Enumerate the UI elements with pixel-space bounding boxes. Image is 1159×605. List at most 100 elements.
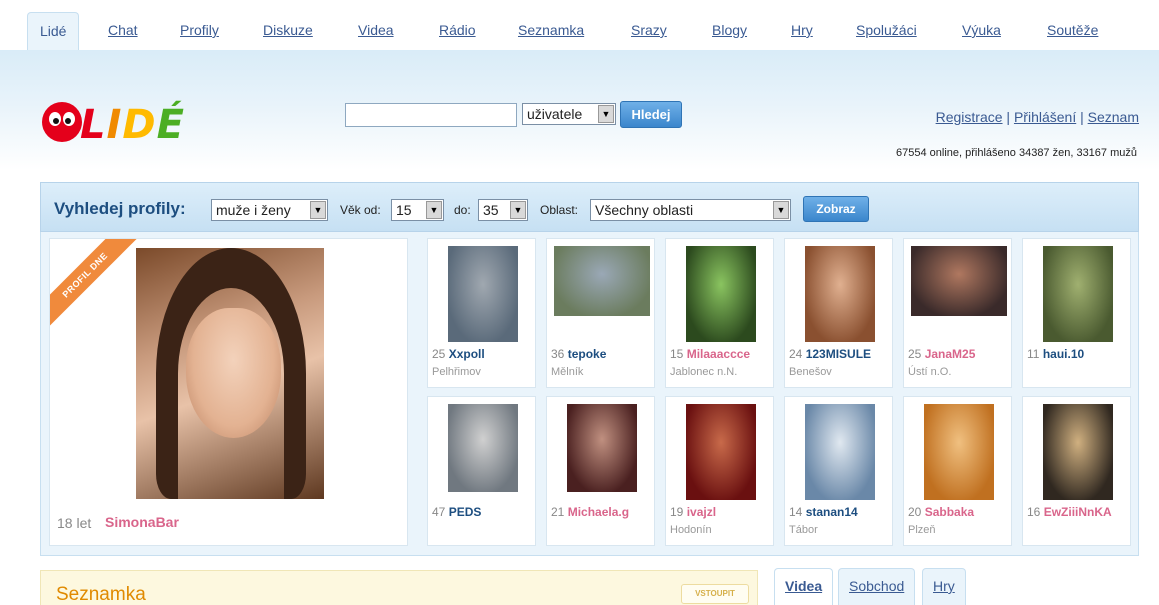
profile-card[interactable]: 14 stanan14 Tábor bbox=[784, 396, 893, 546]
profile-card[interactable]: 47 PEDS bbox=[427, 396, 536, 546]
profile-name-line: 15 Milaaaccce bbox=[670, 347, 773, 361]
profile-card[interactable]: 25 Xxpoll Pelhřimov bbox=[427, 238, 536, 388]
age-from-select[interactable]: 15 ▼ bbox=[391, 199, 444, 221]
tab-diskuze[interactable]: Diskuze bbox=[263, 22, 313, 38]
profile-name[interactable]: haui.10 bbox=[1043, 347, 1084, 361]
profile-name[interactable]: ivajzl bbox=[687, 505, 716, 519]
profile-name[interactable]: Milaaaccce bbox=[687, 347, 750, 361]
profile-name-line: 14 stanan14 bbox=[789, 505, 892, 519]
online-stats: 67554 online, přihlášeno 34387 žen, 3316… bbox=[896, 147, 1137, 159]
tab-videa[interactable]: Videa bbox=[358, 22, 394, 38]
region-label: Oblast: bbox=[540, 203, 579, 217]
profile-name[interactable]: PEDS bbox=[449, 505, 482, 519]
profile-name[interactable]: 123MISULE bbox=[806, 347, 871, 361]
profile-search-title: Vyhledej profily: bbox=[54, 199, 186, 218]
profile-photo[interactable] bbox=[685, 404, 756, 500]
profile-photo[interactable] bbox=[685, 246, 756, 342]
age-to-value: 35 bbox=[483, 202, 499, 218]
seznamka-title: Seznamka bbox=[56, 584, 146, 605]
profile-card[interactable]: 21 Michaela.g bbox=[546, 396, 655, 546]
profile-age: 16 bbox=[1027, 505, 1041, 519]
dropdown-arrow-icon: ▼ bbox=[426, 201, 442, 219]
seznamka-panel: Seznamka VSTOUPIT bbox=[40, 570, 758, 605]
profile-photo[interactable] bbox=[566, 404, 637, 492]
search-button[interactable]: Hledej bbox=[620, 101, 682, 128]
auth-separator: | bbox=[1006, 109, 1011, 125]
featured-age: 18 let bbox=[57, 515, 92, 531]
profile-photo[interactable] bbox=[553, 246, 650, 316]
profile-name[interactable]: Michaela.g bbox=[568, 505, 629, 519]
profile-photo[interactable] bbox=[447, 404, 518, 492]
tab-seznamka[interactable]: Seznamka bbox=[518, 22, 584, 38]
profile-age: 21 bbox=[551, 505, 565, 519]
profile-photo[interactable] bbox=[910, 246, 1007, 316]
tab-souteze[interactable]: Soutěže bbox=[1047, 22, 1098, 38]
profile-name-line: 47 PEDS bbox=[432, 505, 535, 519]
profile-city: Ústí n.O. bbox=[908, 366, 952, 378]
profile-photo[interactable] bbox=[804, 404, 875, 500]
profile-name[interactable]: Xxpoll bbox=[449, 347, 485, 361]
profile-name[interactable]: Sabbaka bbox=[925, 505, 974, 519]
dropdown-arrow-icon: ▼ bbox=[773, 201, 789, 219]
tab-bottom-videa[interactable]: Videa bbox=[774, 568, 834, 605]
profile-card[interactable]: 24 123MISULE Benešov bbox=[784, 238, 893, 388]
tab-vyuka[interactable]: Výuka bbox=[962, 22, 1001, 38]
login-link[interactable]: Přihlášení bbox=[1014, 109, 1076, 125]
profile-photo[interactable] bbox=[1042, 246, 1113, 342]
profile-name-line: 21 Michaela.g bbox=[551, 505, 654, 519]
top-navigation: Lidé Chat Profily Diskuze Videa Rádio Se… bbox=[0, 0, 1159, 50]
region-select[interactable]: Všechny oblasti ▼ bbox=[590, 199, 791, 221]
tab-hry[interactable]: Hry bbox=[791, 22, 813, 38]
tab-blogy[interactable]: Blogy bbox=[712, 22, 747, 38]
profile-city: Jablonec n.N. bbox=[670, 366, 738, 378]
tab-profily[interactable]: Profily bbox=[180, 22, 219, 38]
vstoupit-button[interactable]: VSTOUPIT bbox=[681, 584, 749, 604]
profile-photo[interactable] bbox=[923, 404, 994, 500]
profile-name[interactable]: JanaM25 bbox=[925, 347, 976, 361]
profile-name[interactable]: stanan14 bbox=[806, 505, 858, 519]
profile-card[interactable]: 25 JanaM25 Ústí n.O. bbox=[903, 238, 1012, 388]
search-input[interactable] bbox=[345, 103, 517, 127]
age-to-label: do: bbox=[454, 203, 471, 217]
age-to-select[interactable]: 35 ▼ bbox=[478, 199, 528, 221]
dropdown-arrow-icon: ▼ bbox=[510, 201, 526, 219]
tab-spoluzaci[interactable]: Spolužáci bbox=[856, 22, 917, 38]
profile-photo[interactable] bbox=[1042, 404, 1113, 500]
profile-age: 24 bbox=[789, 347, 803, 361]
profile-card[interactable]: 16 EwZiiiNnKA bbox=[1022, 396, 1131, 546]
profile-age: 25 bbox=[908, 347, 922, 361]
tab-bottom-hry[interactable]: Hry bbox=[922, 568, 966, 605]
profile-of-the-day[interactable]: PROFIL DNE 18 let SimonaBar bbox=[49, 238, 408, 546]
show-profiles-button[interactable]: Zobraz bbox=[803, 196, 869, 222]
register-link[interactable]: Registrace bbox=[936, 109, 1003, 125]
profile-name-line: 25 Xxpoll bbox=[432, 347, 535, 361]
profile-name-line: 24 123MISULE bbox=[789, 347, 892, 361]
profile-card[interactable]: 15 Milaaaccce Jablonec n.N. bbox=[665, 238, 774, 388]
profile-city: Hodonín bbox=[670, 524, 712, 536]
profile-photo[interactable] bbox=[804, 246, 875, 342]
profile-city: Tábor bbox=[789, 524, 818, 536]
profile-age: 20 bbox=[908, 505, 922, 519]
profile-card[interactable]: 11 haui.10 bbox=[1022, 238, 1131, 388]
profile-card[interactable]: 19 ivajzl Hodonín bbox=[665, 396, 774, 546]
featured-profile-photo[interactable] bbox=[136, 248, 324, 499]
profile-name[interactable]: tepoke bbox=[568, 347, 607, 361]
profile-age: 25 bbox=[432, 347, 446, 361]
auth-links: Registrace | Přihlášení | Seznam bbox=[936, 109, 1139, 125]
featured-name[interactable]: SimonaBar bbox=[105, 514, 179, 530]
tab-bottom-sobchod[interactable]: Sobchod bbox=[838, 568, 916, 605]
profile-card[interactable]: 36 tepoke Mělník bbox=[546, 238, 655, 388]
tab-srazy[interactable]: Srazy bbox=[631, 22, 667, 38]
tab-lide[interactable]: Lidé bbox=[27, 12, 80, 50]
list-link[interactable]: Seznam bbox=[1088, 109, 1139, 125]
logo-wordmark: LIDÉ bbox=[80, 102, 185, 148]
profile-card[interactable]: 20 Sabbaka Plzeň bbox=[903, 396, 1012, 546]
tab-chat[interactable]: Chat bbox=[108, 22, 138, 38]
profile-photo[interactable] bbox=[447, 246, 518, 342]
tab-radio[interactable]: Rádio bbox=[439, 22, 476, 38]
age-from-value: 15 bbox=[396, 202, 412, 218]
search-scope-select[interactable]: uživatele ▼ bbox=[522, 103, 616, 125]
profile-name[interactable]: EwZiiiNnKA bbox=[1044, 505, 1112, 519]
gender-select[interactable]: muže i ženy ▼ bbox=[211, 199, 328, 221]
profile-name-line: 11 haui.10 bbox=[1027, 347, 1130, 361]
